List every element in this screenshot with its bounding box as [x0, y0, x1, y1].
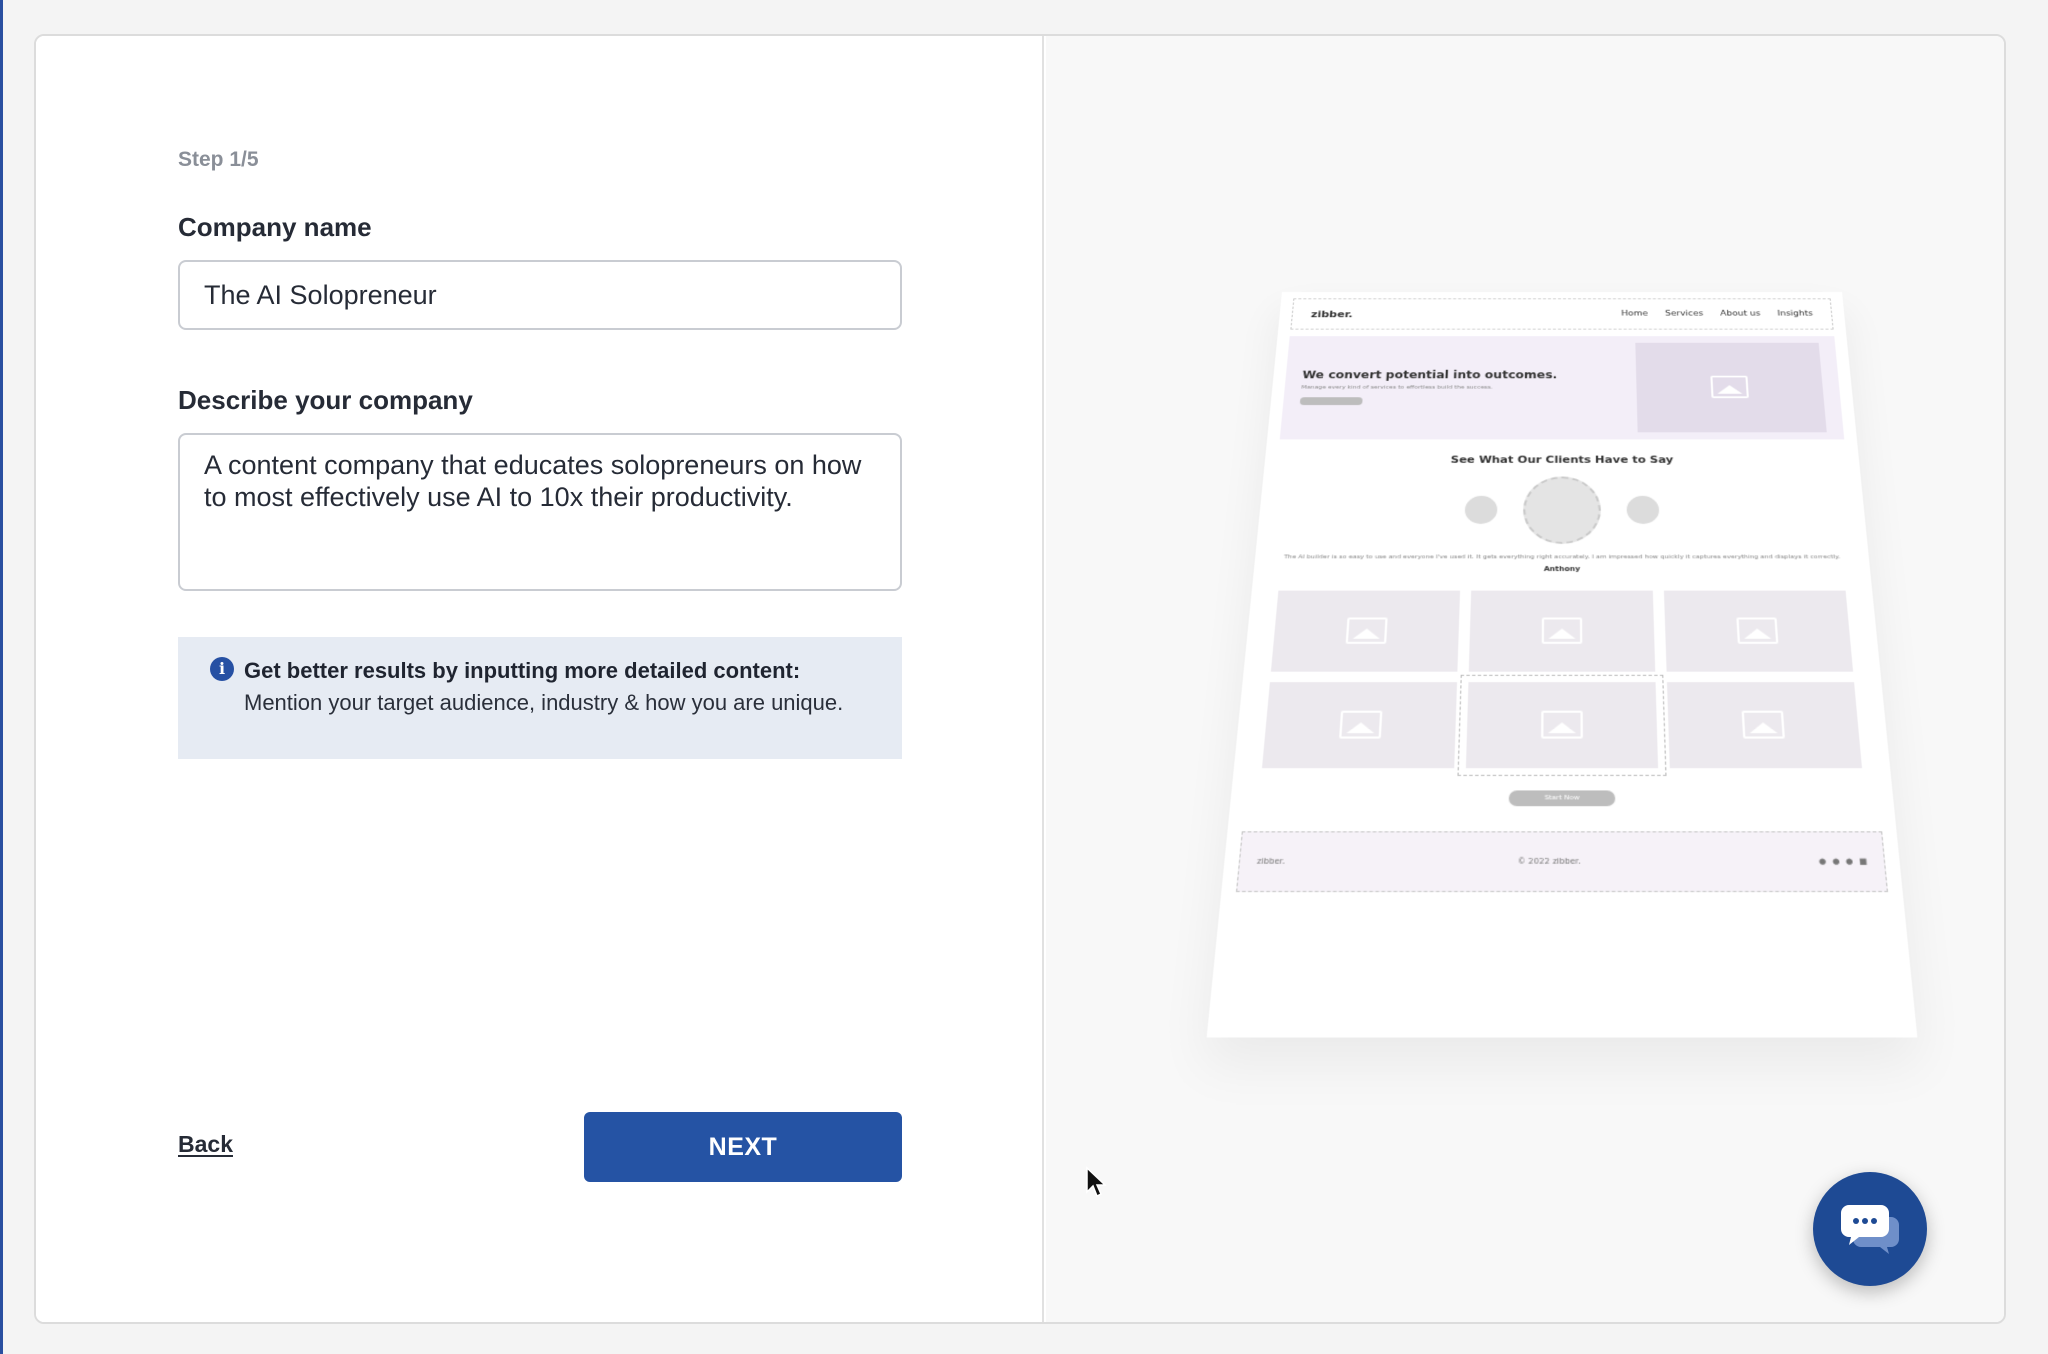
info-icon: i: [210, 657, 234, 681]
next-button[interactable]: NEXT: [584, 1112, 902, 1182]
image-placeholder-icon: [1736, 617, 1779, 644]
company-name-label: Company name: [178, 212, 372, 242]
describe-company-label: Describe your company: [178, 385, 473, 415]
image-placeholder-icon: [1541, 617, 1583, 644]
preview-nav-link: Services: [1664, 309, 1704, 318]
back-link[interactable]: Back: [178, 1131, 233, 1158]
step-indicator: Step 1/5: [178, 148, 259, 171]
image-placeholder-icon: [1710, 375, 1749, 399]
preview-start-button: Start Now: [1508, 790, 1616, 807]
avatar: [1626, 495, 1660, 524]
avatar: [1464, 495, 1498, 524]
tip-box: i Get better results by inputting more d…: [178, 637, 902, 759]
avatar: [1522, 476, 1602, 544]
gallery-tile: [1663, 590, 1854, 672]
twitter-icon: ●: [1818, 856, 1827, 867]
gallery-tile: [1270, 590, 1461, 672]
chat-bubble-icon: [1841, 1205, 1899, 1254]
preview-testimonials-title: See What Our Clients Have to Say: [1450, 453, 1674, 466]
preview-logo: zibber.: [1310, 308, 1354, 320]
preview-author: Anthony: [1543, 565, 1581, 573]
preview-hero: We convert potential into outcomes. Mana…: [1279, 336, 1845, 440]
image-placeholder-icon: [1541, 710, 1583, 739]
youtube-icon: ■: [1858, 856, 1868, 867]
preview-hero-button: [1299, 396, 1363, 405]
gallery-tile: [1457, 674, 1667, 776]
image-placeholder-icon: [1339, 710, 1383, 739]
tip-title: Get better results by inputting more det…: [244, 658, 801, 683]
pinterest-icon: ●: [1845, 856, 1854, 867]
preview-nav: zibber. Home Services About us Insights: [1290, 298, 1834, 330]
preview-avatars: [1257, 476, 1868, 544]
preview-nav-link: About us: [1720, 309, 1761, 318]
gallery-tile: [1666, 682, 1863, 769]
image-placeholder-icon: [1741, 710, 1785, 739]
preview-nav-link: Home: [1621, 309, 1649, 318]
chat-button[interactable]: [1813, 1172, 1927, 1286]
preview-hero-title: We convert potential into outcomes.: [1301, 368, 1558, 381]
tip-body: Mention your target audience, industry &…: [244, 690, 844, 715]
mouse-pointer-icon: [1086, 1166, 1107, 1198]
window-edge-strip: [0, 0, 3, 1354]
gallery-tile: [1468, 590, 1656, 672]
preview-hero-image: [1635, 342, 1827, 433]
preview-gallery: [1261, 590, 1863, 776]
image-placeholder-icon: [1345, 617, 1388, 644]
website-preview: zibber. Home Services About us Insights …: [1162, 272, 1962, 1062]
gallery-tile: [1261, 682, 1458, 769]
preview-hero-subtitle: Manage every kind of services to effortl…: [1301, 383, 1493, 390]
instagram-icon: ●: [1831, 856, 1840, 867]
preview-footer-copyright: © 2022 zibber.: [1517, 856, 1581, 867]
preview-footer-logo: zibber.: [1256, 856, 1286, 867]
preview-nav-links: Home Services About us Insights: [1607, 310, 1813, 318]
preview-social-icons: ● ● ● ■: [1812, 857, 1867, 866]
form-pane: Step 1/5 Company name The AI Solopreneur…: [36, 36, 1044, 1322]
company-name-input[interactable]: The AI Solopreneur: [178, 260, 902, 330]
preview-quote: The AI builder is so easy to use and eve…: [1283, 553, 1841, 561]
preview-page: zibber. Home Services About us Insights …: [1206, 292, 1918, 1038]
preview-nav-link: Insights: [1777, 309, 1814, 318]
describe-company-textarea[interactable]: A content company that educates solopren…: [178, 433, 902, 591]
preview-footer: zibber. © 2022 zibber. ● ● ● ■: [1235, 831, 1889, 893]
